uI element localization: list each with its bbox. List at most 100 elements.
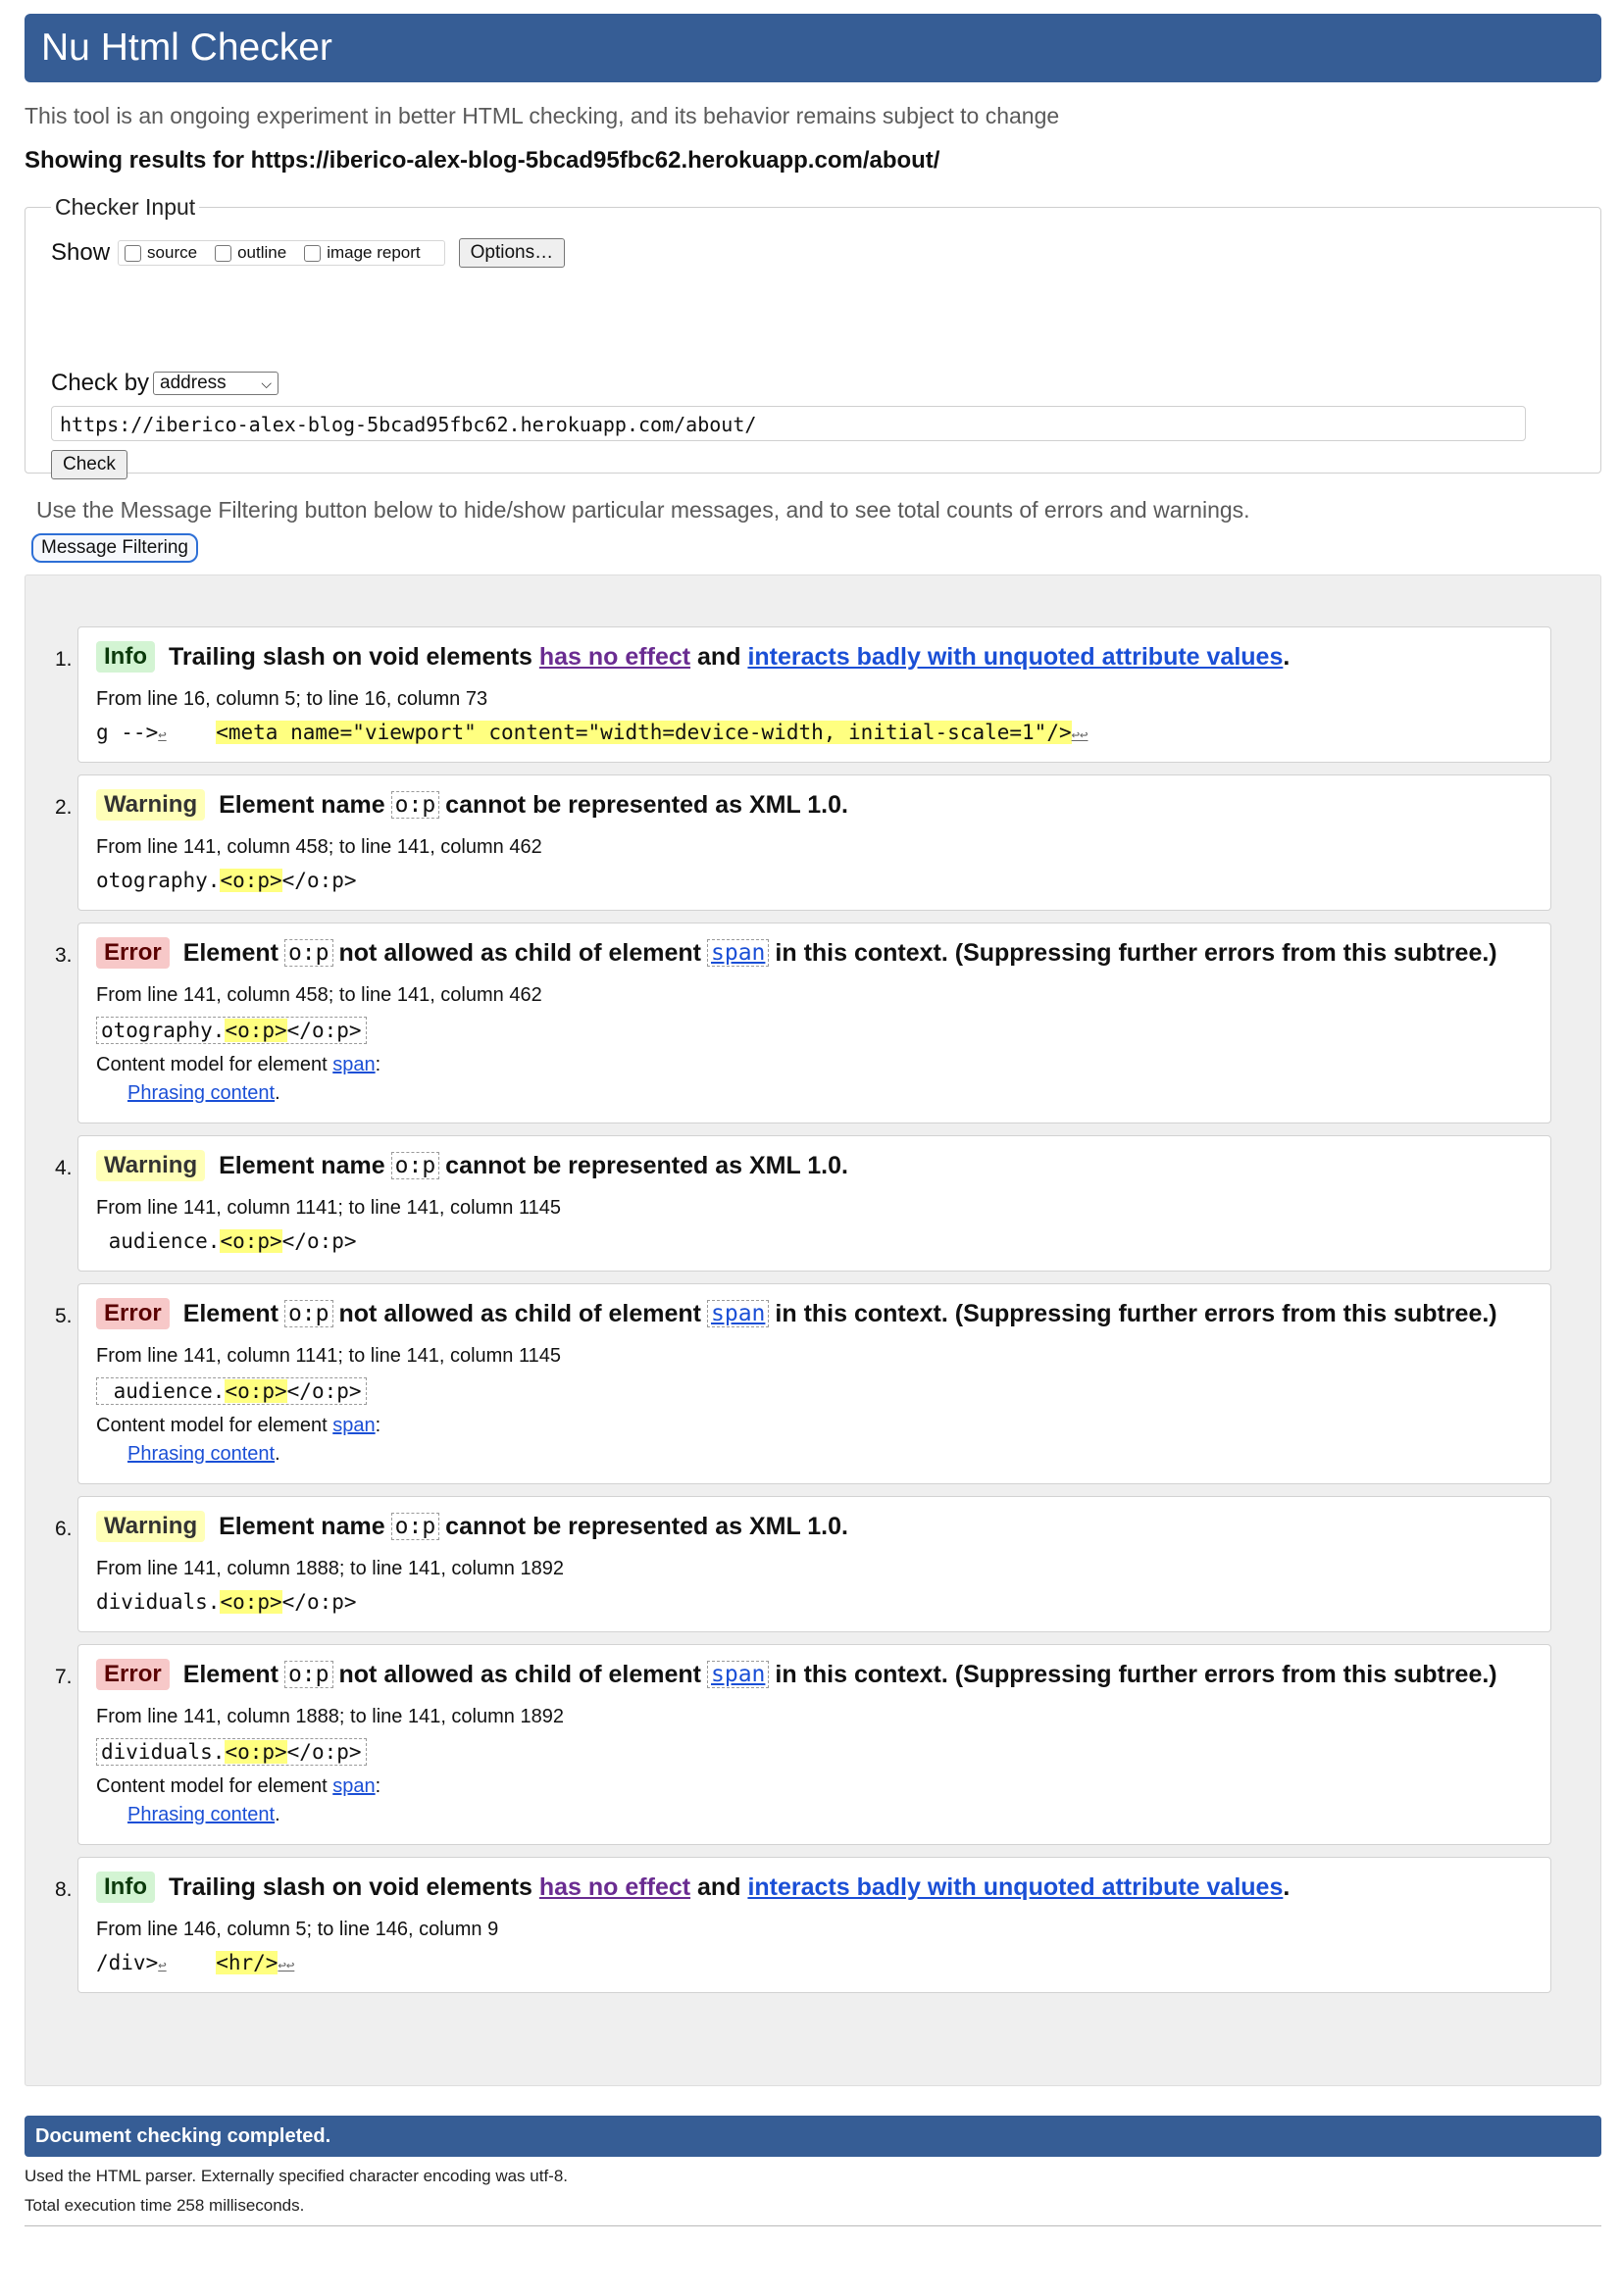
message-text-2: cannot be represented as XML 1.0. <box>445 790 848 819</box>
message-filtering-button[interactable]: Message Filtering <box>31 533 198 563</box>
message-text-and: and <box>697 1872 741 1901</box>
content-model-dot: . <box>275 1443 280 1465</box>
message-list: 1. Info Trailing slash on void elements ha… <box>25 626 1551 1993</box>
message-item: 8. Info Trailing slash on void elements ha… <box>55 1857 1551 1993</box>
extract-before: otography. <box>101 1019 226 1042</box>
option-source[interactable]: source <box>125 243 197 263</box>
message-heading: Error Element o:p not allowed as child of e… <box>96 1298 1533 1329</box>
image-report-checkbox[interactable] <box>304 244 322 262</box>
message-location: From line 146, column 5; to line 146, co… <box>96 1919 499 1940</box>
extract-highlight: <o:p> <box>225 1379 287 1403</box>
content-model-list: Phrasing content. <box>127 1804 1533 1826</box>
extract-before: dividuals. <box>101 1740 226 1764</box>
message-number: 3. <box>55 944 73 967</box>
unquoted-attributes-link[interactable]: interacts badly with unquoted attribute … <box>747 643 1283 672</box>
message-text-2: cannot be represented as XML 1.0. <box>445 1151 848 1179</box>
image-report-option-label: image report <box>327 243 421 262</box>
page-title: Nu Html Checker <box>25 14 1601 82</box>
message-text-end: . <box>1283 642 1291 671</box>
info-badge: Info <box>96 641 155 673</box>
message-location: From line 141, column 458; to line 141, … <box>96 984 542 1006</box>
message-number: 2. <box>55 796 73 819</box>
option-outline[interactable]: outline <box>215 243 286 263</box>
message-number: 6. <box>55 1518 73 1540</box>
source-extract: otography.<o:p></o:p> <box>96 869 357 892</box>
outline-checkbox[interactable] <box>215 244 232 262</box>
show-options-group: source outline image report <box>118 240 445 266</box>
span-element-link[interactable]: span <box>707 939 770 967</box>
extract-highlight: <o:p> <box>220 1590 282 1614</box>
message-text: Trailing slash on void elements <box>168 1872 532 1901</box>
source-checkbox[interactable] <box>125 244 142 262</box>
phrasing-content-link[interactable]: Phrasing content <box>127 1082 275 1104</box>
message-location: From line 141, column 1141; to line 141,… <box>96 1197 561 1219</box>
line-break-icon: ↩ <box>158 727 167 743</box>
source-extract: dividuals.<o:p></o:p> <box>96 1738 367 1766</box>
span-spec-link[interactable]: span <box>332 1775 375 1797</box>
content-model-dot: . <box>275 1082 280 1104</box>
phrasing-content-link[interactable]: Phrasing content <box>127 1443 275 1465</box>
has-no-effect-link[interactable]: has no effect <box>539 643 690 672</box>
message-text: Element name <box>219 1151 385 1179</box>
footer-divider <box>25 2225 1601 2226</box>
message-heading: Error Element o:p not allowed as child of e… <box>96 937 1533 969</box>
message-heading: Warning Element name o:p cannot be represen… <box>96 789 1533 821</box>
content-model: Content model for element span: <box>96 1415 1533 1437</box>
message-item: 4. Warning Element name o:p cannot be repres… <box>55 1135 1551 1272</box>
info-badge: Info <box>96 1872 155 1903</box>
line-break-icon: ↩↩ <box>1071 727 1088 743</box>
extract-before: dividuals. <box>96 1590 221 1614</box>
unquoted-attributes-link[interactable]: interacts badly with unquoted attribute … <box>747 1873 1283 1902</box>
content-model-colon: : <box>375 1415 381 1436</box>
intro-text: This tool is an ongoing experiment in be… <box>25 103 1060 128</box>
check-by-label: Check by <box>51 370 150 396</box>
message-text-2: cannot be represented as XML 1.0. <box>445 1512 848 1540</box>
warning-badge: Warning <box>96 789 206 821</box>
extract-highlight: <o:p> <box>225 1019 287 1042</box>
phrasing-content-link[interactable]: Phrasing content <box>127 1804 275 1825</box>
check-button[interactable]: Check <box>51 450 127 479</box>
message-item: 3. Error Element o:p not allowed as child of… <box>55 923 1551 1123</box>
content-model-list: Phrasing content. <box>127 1443 1533 1466</box>
options-button[interactable]: Options… <box>458 238 566 268</box>
message-number: 4. <box>55 1157 73 1179</box>
has-no-effect-link[interactable]: has no effect <box>539 1873 690 1902</box>
checker-input-form: Checker Input Show source outline image … <box>25 194 1601 479</box>
message-item: 5. Error Element o:p not allowed as child of… <box>55 1283 1551 1484</box>
option-image-report[interactable]: image report <box>304 243 421 263</box>
message-location: From line 16, column 5; to line 16, colu… <box>96 688 488 710</box>
extract-highlight: <meta name="viewport" content="width=dev… <box>216 721 1072 744</box>
extract-after: </o:p> <box>286 1379 362 1403</box>
element-code: o:p <box>390 791 440 819</box>
check-by-select[interactable]: address ⌵ <box>153 372 279 395</box>
message-number: 8. <box>55 1878 73 1901</box>
extract-after: </o:p> <box>281 1590 357 1614</box>
url-input[interactable]: https://iberico-alex-blog-5bcad95fbc62.h… <box>51 406 1526 441</box>
extract-indent <box>167 1951 217 1974</box>
span-spec-link[interactable]: span <box>332 1054 375 1075</box>
message-text: Element name <box>219 790 385 819</box>
extract-highlight: <hr/> <box>216 1951 278 1974</box>
span-element-link[interactable]: span <box>707 1300 770 1327</box>
content-model-colon: : <box>375 1775 381 1797</box>
error-badge: Error <box>96 1298 170 1329</box>
content-model-dot: . <box>275 1804 280 1825</box>
message-number: 5. <box>55 1305 73 1327</box>
extract-highlight: <o:p> <box>225 1740 287 1764</box>
check-by-row: Check by address ⌵ <box>51 370 1575 397</box>
extract-before: otography. <box>96 869 221 892</box>
content-model-colon: : <box>375 1054 381 1075</box>
message-text-3: in this context. (Suppressing further er… <box>775 938 1497 967</box>
span-element-link[interactable]: span <box>707 1661 770 1688</box>
element-code: o:p <box>283 1300 333 1327</box>
message-heading: Error Element o:p not allowed as child of e… <box>96 1659 1533 1690</box>
element-code: o:p <box>283 939 333 967</box>
element-code: o:p <box>283 1661 333 1688</box>
message-location: From line 141, column 458; to line 141, … <box>96 836 542 858</box>
message-heading: Warning Element name o:p cannot be represen… <box>96 1511 1533 1542</box>
content-model-label: Content model for element <box>96 1775 328 1797</box>
message-heading: Warning Element name o:p cannot be represen… <box>96 1150 1533 1181</box>
line-break-icon: ↩↩ <box>278 1958 295 1973</box>
source-extract: audience.<o:p></o:p> <box>96 1377 367 1405</box>
span-spec-link[interactable]: span <box>332 1415 375 1436</box>
